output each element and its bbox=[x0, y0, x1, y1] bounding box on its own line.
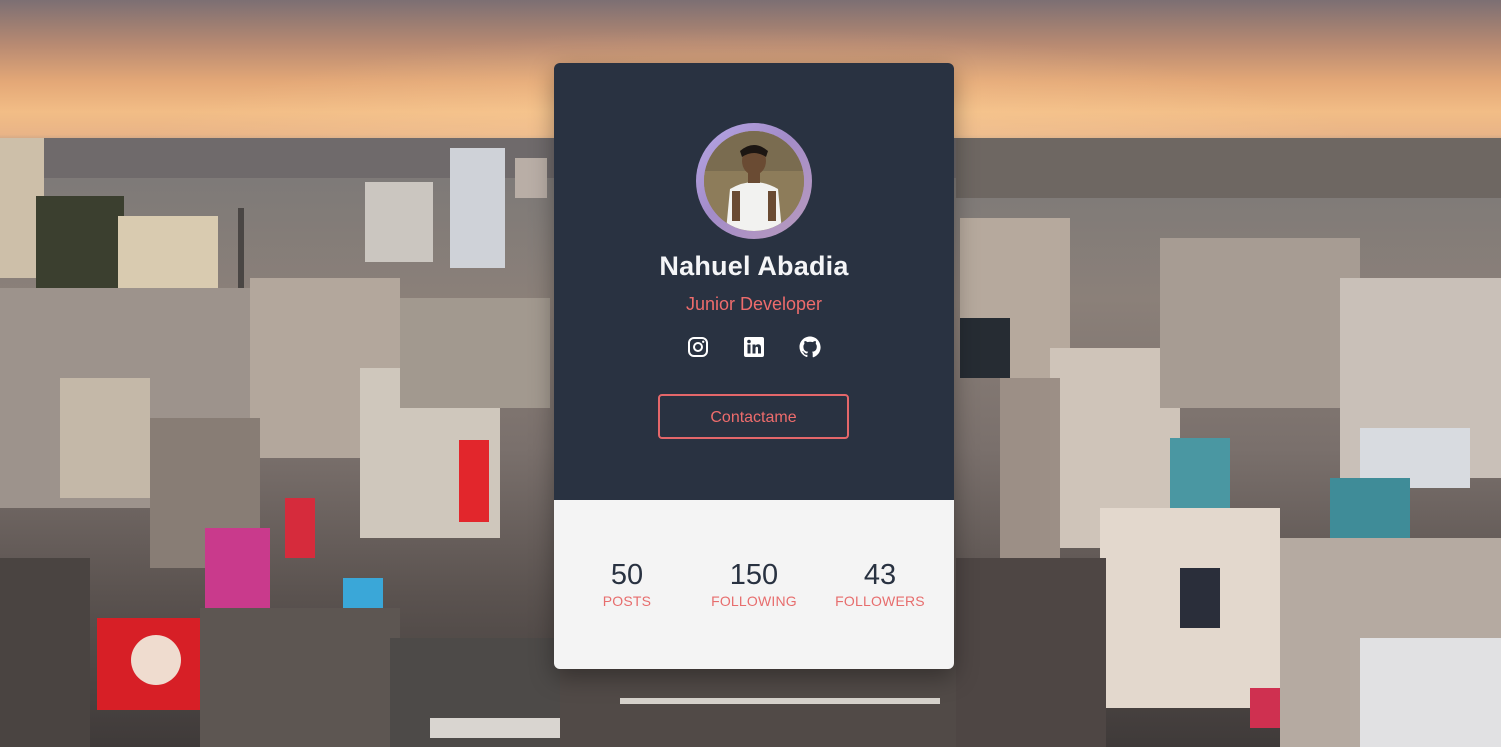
stat-value: 50 bbox=[610, 559, 644, 591]
profile-stats: 50 POSTS 150 FOLLOWING 43 FOLLOWERS bbox=[554, 500, 954, 669]
stat-followers: 43 FOLLOWERS bbox=[820, 558, 940, 610]
stat-label: POSTS bbox=[602, 593, 652, 609]
instagram-icon bbox=[688, 337, 708, 357]
github-link[interactable] bbox=[798, 335, 822, 359]
social-links bbox=[554, 335, 954, 359]
stat-posts: 50 POSTS bbox=[567, 558, 687, 610]
profile-card: Nahuel Abadia Junior Developer Contactam… bbox=[554, 63, 954, 669]
profile-header: Nahuel Abadia Junior Developer Contactam… bbox=[554, 63, 954, 500]
stat-value: 150 bbox=[729, 559, 779, 591]
linkedin-link[interactable] bbox=[742, 335, 766, 359]
profile-name: Nahuel Abadia bbox=[659, 251, 849, 281]
stat-following: 150 FOLLOWING bbox=[694, 558, 814, 610]
instagram-link[interactable] bbox=[686, 335, 710, 359]
avatar bbox=[704, 131, 804, 231]
linkedin-icon bbox=[744, 337, 764, 357]
stat-label: FOLLOWING bbox=[711, 593, 797, 609]
github-icon bbox=[799, 336, 821, 358]
avatar-photo bbox=[704, 131, 804, 231]
stat-label: FOLLOWERS bbox=[835, 593, 925, 609]
profile-role: Junior Developer bbox=[685, 294, 823, 314]
contact-button[interactable]: Contactame bbox=[658, 394, 849, 439]
stat-value: 43 bbox=[863, 559, 897, 591]
avatar-ring bbox=[696, 123, 812, 239]
